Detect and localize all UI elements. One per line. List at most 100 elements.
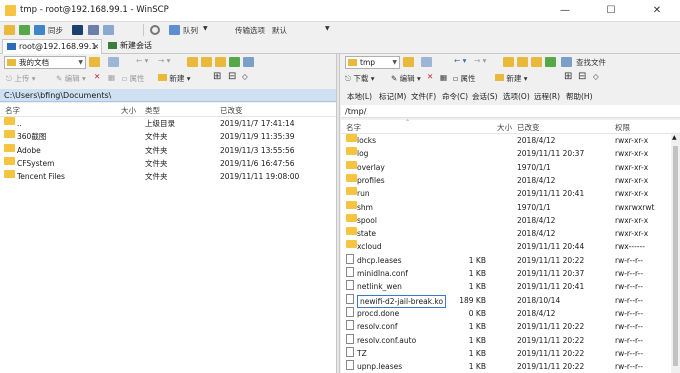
queue-dropdown-icon[interactable]: ▼: [203, 25, 208, 32]
filter-icon[interactable]: [108, 57, 119, 67]
list-item[interactable]: procd.done 0 KB 2018/4/12 rw-r--r--: [341, 306, 671, 320]
list-item[interactable]: spool 2018/4/12 rwxr-xr-x: [341, 213, 671, 227]
filter-select-icon[interactable]: ◇: [242, 72, 248, 81]
delete-icon[interactable]: ✕: [427, 72, 433, 81]
right-location-select[interactable]: tmp ▼: [345, 56, 400, 69]
select-all-icon[interactable]: ⊞: [564, 71, 572, 82]
settings-icon[interactable]: [150, 25, 160, 35]
menu-remote[interactable]: 远程(R): [534, 91, 560, 102]
transfer-mode-icon[interactable]: [103, 25, 114, 35]
properties-button[interactable]: ▫ 属性: [453, 73, 475, 84]
deselect-icon[interactable]: ⊟: [578, 71, 586, 82]
upload-button[interactable]: ⎋ 上传 ▾: [6, 73, 35, 84]
list-item[interactable]: upnp.leases 1 KB 2019/11/11 20:22 rw-r--r--: [341, 360, 671, 373]
find-icon[interactable]: [243, 57, 254, 67]
edit-button[interactable]: ✎ 编辑 ▾: [391, 73, 421, 84]
forward-icon[interactable]: → ▾: [474, 56, 486, 65]
list-item[interactable]: minidlna.conf 1 KB 2019/11/11 20:37 rw-r--r…: [341, 267, 671, 280]
menu-options[interactable]: 选项(O): [503, 91, 530, 102]
parent-dir-icon[interactable]: [503, 57, 514, 67]
forward-icon[interactable]: → ▾: [158, 56, 170, 65]
left-file-list[interactable]: .. 上级目录 2019/11/7 17:41:14 360截图 文件夹 2019/11/…: [0, 117, 336, 373]
list-item[interactable]: resolv.conf.auto 1 KB 2019/11/11 20:22 rw-r…: [341, 333, 671, 347]
col-name[interactable]: 名字: [346, 122, 361, 133]
list-item[interactable]: newifi-d2-jail-break.ko 189 KB 2018/10/14 r…: [341, 293, 671, 308]
right-file-list[interactable]: locks 2018/4/12 rwxr-xr-x log 2019/11/11 20:…: [341, 134, 671, 373]
new-button[interactable]: 新建 ▾: [495, 73, 528, 84]
list-item[interactable]: dhcp.leases 1 KB 2019/11/11 20:22 rw-r--r--: [341, 253, 671, 267]
putty-icon[interactable]: [88, 25, 99, 35]
menu-local[interactable]: 本地(L): [347, 91, 372, 102]
download-button[interactable]: ⎋ 下载 ▾: [345, 73, 374, 84]
list-item[interactable]: state 2018/4/12 rwxr-xr-x: [341, 227, 671, 240]
list-item[interactable]: shm 1970/1/1 rwxrwxrwt: [341, 200, 671, 214]
new-button[interactable]: 新建 ▾: [158, 73, 191, 84]
col-size[interactable]: 大小: [497, 122, 512, 133]
list-item[interactable]: Tencent Files 文件夹 2019/11/11 19:08:00: [0, 170, 336, 183]
close-tab-icon[interactable]: ✕: [93, 40, 99, 54]
list-item[interactable]: log 2019/11/11 20:37 rwxr-xr-x: [341, 147, 671, 160]
list-item[interactable]: profiles 2018/4/12 rwxr-xr-x: [341, 173, 671, 187]
back-icon[interactable]: ← ▾: [136, 56, 148, 65]
list-item[interactable]: locks 2018/4/12 rwxr-xr-x: [341, 134, 671, 147]
list-item[interactable]: .. 上级目录 2019/11/7 17:41:14: [0, 117, 336, 130]
pane-splitter[interactable]: [336, 54, 340, 373]
refresh-icon[interactable]: [229, 57, 240, 67]
list-item[interactable]: netlink_wen 1 KB 2019/11/11 20:41 rw-r--r--: [341, 280, 671, 293]
list-item[interactable]: CFSystem 文件夹 2019/11/6 16:47:56: [0, 156, 336, 170]
left-location-select[interactable]: 我的文档 ▼: [4, 56, 86, 69]
rename-icon[interactable]: ▦: [440, 73, 447, 82]
select-all-icon[interactable]: ⊞: [213, 71, 221, 82]
scroll-up-icon[interactable]: ▲: [672, 134, 677, 141]
properties-button[interactable]: ▫ 属性: [122, 73, 144, 84]
delete-icon[interactable]: ✕: [94, 72, 100, 81]
open-folder-icon[interactable]: [89, 57, 100, 67]
queue-icon[interactable]: [169, 25, 180, 35]
right-path-bar[interactable]: /tmp/: [341, 105, 680, 118]
rename-icon[interactable]: ▦: [108, 73, 115, 82]
col-rights[interactable]: 权限: [615, 122, 630, 133]
list-item[interactable]: run 2019/11/11 20:41 rwxr-xr-x: [341, 187, 671, 200]
home-dir-icon[interactable]: [215, 57, 226, 67]
list-item[interactable]: resolv.conf 1 KB 2019/11/11 20:22 rw-r--r--: [341, 320, 671, 333]
menu-mark[interactable]: 标记(M): [379, 91, 406, 102]
list-item[interactable]: TZ 1 KB 2019/11/11 20:22 rw-r--r--: [341, 346, 671, 360]
tab-new-session[interactable]: 新建会话: [104, 39, 156, 54]
root-dir-icon[interactable]: [201, 57, 212, 67]
queue-button[interactable]: 队列: [183, 25, 198, 36]
scrollbar-thumb[interactable]: [673, 146, 678, 366]
list-item[interactable]: Adobe 文件夹 2019/11/3 13:55:56: [0, 143, 336, 157]
console-icon[interactable]: [72, 25, 83, 35]
transfer-dropdown-icon[interactable]: ▼: [325, 25, 330, 32]
find-icon[interactable]: [561, 57, 572, 67]
col-size[interactable]: 大小: [121, 105, 136, 116]
list-item[interactable]: overlay 1970/1/1 rwxr-xr-x: [341, 160, 671, 174]
maximize-icon[interactable]: ☐: [588, 0, 634, 22]
menu-file[interactable]: 文件(F): [411, 91, 436, 102]
right-scrollbar[interactable]: ▲: [671, 134, 680, 373]
root-dir-icon[interactable]: [517, 57, 528, 67]
parent-dir-icon[interactable]: [187, 57, 198, 67]
list-item[interactable]: xcloud 2019/11/11 20:44 rwx------: [341, 240, 671, 253]
minimize-icon[interactable]: —: [542, 0, 588, 22]
tab-session[interactable]: root@192.168.99.1 ✕: [2, 39, 102, 54]
menu-session[interactable]: 会话(S): [472, 91, 498, 102]
new-folder-icon[interactable]: [4, 25, 15, 35]
edit-button[interactable]: ✎ 编辑 ▾: [56, 73, 86, 84]
deselect-icon[interactable]: ⊟: [228, 71, 236, 82]
col-type[interactable]: 类型: [145, 105, 160, 116]
col-changed[interactable]: 已改变: [220, 105, 243, 116]
menu-command[interactable]: 命令(C): [442, 91, 468, 102]
close-icon[interactable]: ✕: [634, 0, 680, 22]
open-folder-icon[interactable]: [403, 57, 414, 67]
filter-icon[interactable]: [421, 57, 432, 67]
back-icon[interactable]: ← ▾: [454, 56, 466, 65]
sync-icon[interactable]: [34, 25, 45, 35]
find-files-button[interactable]: 查找文件: [576, 57, 606, 68]
col-changed[interactable]: 已改变: [517, 122, 540, 133]
sync-button[interactable]: 同步: [48, 25, 63, 36]
col-name[interactable]: 名字: [5, 105, 20, 116]
left-path-bar[interactable]: C:\Users\bfing\Documents\: [0, 89, 336, 102]
filter-select-icon[interactable]: ◇: [593, 72, 599, 81]
menu-help[interactable]: 帮助(H): [566, 91, 593, 102]
